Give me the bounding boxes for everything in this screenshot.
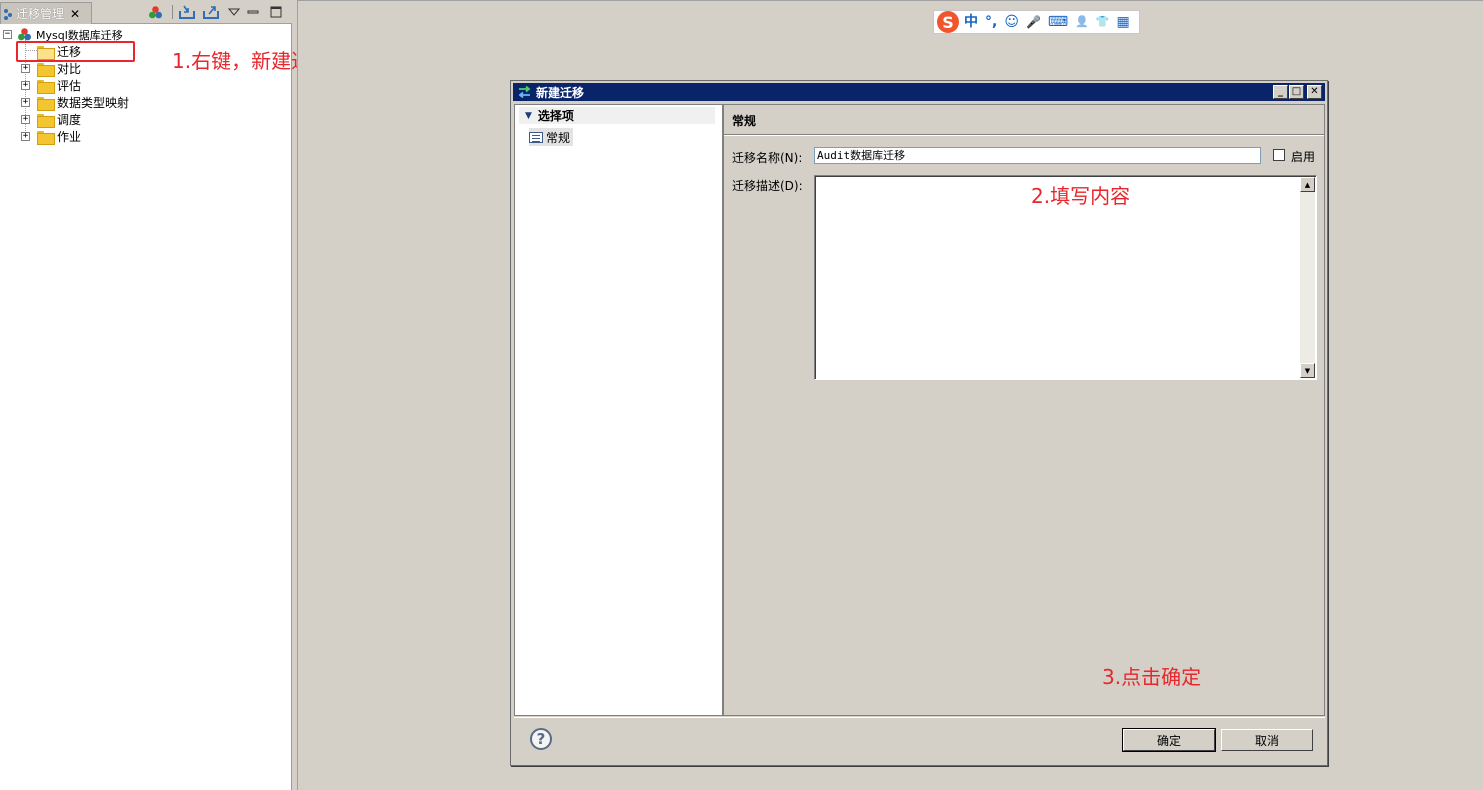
maximize-icon[interactable] bbox=[267, 4, 284, 20]
dialog-nav-panel: ▼ 选择项 常规 bbox=[514, 104, 723, 716]
enable-label: 启用 bbox=[1291, 150, 1316, 164]
annotation-highlight-box bbox=[16, 41, 135, 62]
dialog-title: 新建迁移 bbox=[536, 85, 585, 100]
import-icon[interactable] bbox=[178, 4, 195, 20]
desc-field-label: 迁移描述(D): bbox=[732, 179, 803, 193]
close-icon[interactable]: ✕ bbox=[70, 7, 80, 21]
expand-icon[interactable]: + bbox=[21, 64, 30, 73]
dialog-content-panel: 常规 迁移名称(N): Audit数据库迁移 启用 迁移描述(D): ▲ ▼ bbox=[723, 104, 1325, 716]
tree-item-job[interactable]: 作业 bbox=[37, 128, 81, 145]
annotation-step3: 3.点击确定 bbox=[1102, 665, 1202, 689]
view-tabbar: 迁移管理 ✕ bbox=[0, 0, 292, 24]
ok-button[interactable]: 确定 bbox=[1122, 728, 1216, 752]
connect-icon[interactable] bbox=[147, 4, 164, 20]
scroll-up-icon[interactable]: ▲ bbox=[1300, 177, 1315, 192]
migration-tree: − Mysql数据库迁移 迁移 对比 + 评估 + 数据类型映射 + 调度 + … bbox=[0, 25, 291, 790]
view-tab-label: 迁移管理 bbox=[16, 7, 65, 21]
dialog-title-bar[interactable]: 新建迁移 _ □ ✕ bbox=[513, 83, 1325, 101]
nav-section-label: 选择项 bbox=[537, 109, 574, 123]
expand-icon[interactable]: + bbox=[21, 132, 30, 141]
expand-icon[interactable]: + bbox=[21, 81, 30, 90]
tree-item-label: 数据类型映射 bbox=[57, 96, 130, 110]
migration-view-icon bbox=[4, 8, 13, 20]
properties-list-icon bbox=[529, 131, 543, 143]
close-icon[interactable]: ✕ bbox=[1307, 85, 1322, 99]
sogou-logo-icon[interactable]: S bbox=[937, 11, 959, 33]
folder-icon bbox=[37, 62, 55, 77]
new-migration-dialog: 新建迁移 _ □ ✕ ▼ 选择项 常规 常规 迁移名称(N): Audit数据库… bbox=[510, 80, 1328, 766]
scroll-down-icon[interactable]: ▼ bbox=[1300, 363, 1315, 378]
ime-user-icon[interactable]: 👤 bbox=[1075, 12, 1089, 32]
nav-item-general[interactable]: 常规 bbox=[529, 128, 574, 146]
section-title: 常规 bbox=[732, 114, 757, 128]
ime-emoji-icon[interactable]: ☺ bbox=[1004, 12, 1019, 32]
maximize-icon[interactable]: □ bbox=[1289, 85, 1304, 99]
toolbar-separator bbox=[172, 5, 173, 19]
ime-keyboard-icon[interactable]: ⌨ bbox=[1048, 12, 1068, 32]
ime-chinese-mode[interactable]: 中 bbox=[964, 12, 978, 32]
name-field-label: 迁移名称(N): bbox=[732, 151, 803, 165]
tree-item-label: 作业 bbox=[57, 130, 82, 144]
folder-icon bbox=[37, 113, 55, 128]
view-tab-migration-management[interactable]: 迁移管理 ✕ bbox=[0, 2, 92, 24]
folder-icon bbox=[37, 96, 55, 111]
ime-voice-icon[interactable]: 🎤 bbox=[1026, 12, 1041, 32]
help-icon[interactable]: ? bbox=[530, 728, 552, 750]
minimize-icon[interactable]: _ bbox=[1273, 85, 1288, 99]
cancel-button[interactable]: 取消 bbox=[1221, 729, 1313, 751]
chevron-down-icon: ▼ bbox=[525, 110, 532, 121]
ime-toolbox-icon[interactable]: ▦ bbox=[1117, 12, 1130, 32]
collapse-icon[interactable]: − bbox=[3, 30, 12, 39]
enable-checkbox[interactable] bbox=[1273, 149, 1285, 161]
tree-item-compare[interactable]: 对比 bbox=[37, 60, 81, 77]
dialog-button-bar: ? 确定 取消 bbox=[514, 717, 1325, 763]
minimize-icon[interactable] bbox=[244, 4, 261, 20]
description-scrollbar[interactable]: ▲ ▼ bbox=[1300, 177, 1315, 378]
tree-item-schedule[interactable]: 调度 bbox=[37, 111, 81, 128]
view-menu-icon[interactable] bbox=[225, 4, 242, 20]
tree-item-label: 调度 bbox=[57, 113, 82, 127]
folder-icon bbox=[37, 79, 55, 94]
export-icon[interactable] bbox=[202, 4, 219, 20]
ime-toolbar[interactable]: S 中 °, ☺ 🎤 ⌨ 👤 👕 ▦ bbox=[933, 10, 1140, 34]
migration-view: 迁移管理 ✕ − Mysql数据库迁移 迁移 对比 + 评估 + 数据类型映射 … bbox=[0, 0, 292, 790]
ime-skin-icon[interactable]: 👕 bbox=[1096, 12, 1110, 32]
annotation-step2: 2.填写内容 bbox=[1031, 184, 1131, 208]
tree-item-datatype-mapping[interactable]: 数据类型映射 bbox=[37, 94, 129, 111]
nav-item-label: 常规 bbox=[546, 130, 571, 145]
ime-punctuation-icon[interactable]: °, bbox=[985, 12, 997, 32]
migration-name-input[interactable]: Audit数据库迁移 bbox=[814, 147, 1261, 164]
tree-item-assessment[interactable]: 评估 bbox=[37, 77, 81, 94]
tree-item-label: 评估 bbox=[57, 79, 82, 93]
section-divider bbox=[724, 134, 1324, 136]
expand-icon[interactable]: + bbox=[21, 98, 30, 107]
nav-section-header[interactable]: ▼ 选择项 bbox=[519, 107, 715, 124]
expand-icon[interactable]: + bbox=[21, 115, 30, 124]
tree-item-label: 对比 bbox=[57, 62, 82, 76]
folder-icon bbox=[37, 130, 55, 145]
migration-swap-icon bbox=[517, 85, 532, 99]
